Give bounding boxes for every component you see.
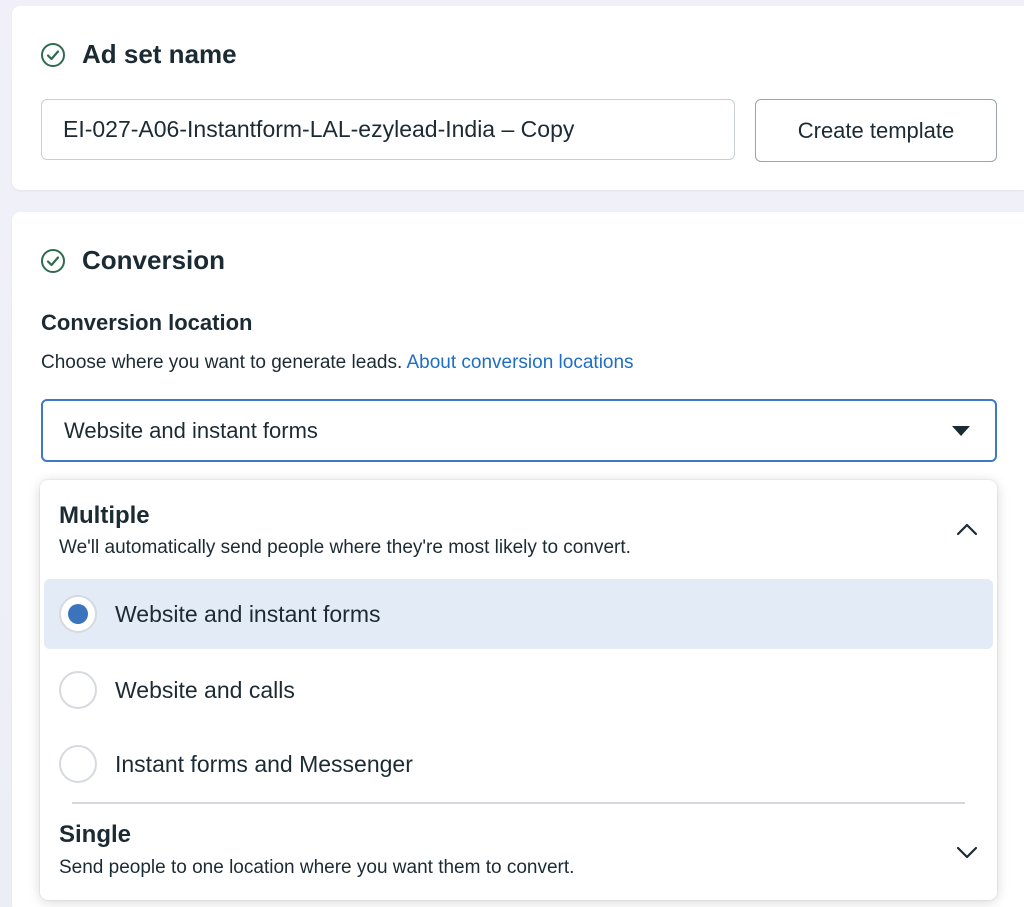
caret-down-icon[interactable] bbox=[952, 425, 970, 436]
group-header-single[interactable]: Single Send people to one location where… bbox=[40, 808, 997, 900]
option-website-and-calls[interactable]: Website and calls bbox=[44, 655, 993, 725]
check-circle-icon bbox=[41, 42, 65, 67]
about-conversion-locations-link[interactable]: About conversion locations bbox=[406, 352, 633, 373]
group-header-multiple[interactable]: Multiple We'll automatically send people… bbox=[40, 480, 997, 572]
adset-name-card: Ad set name Create template bbox=[12, 6, 1024, 190]
group-divider bbox=[72, 802, 965, 804]
conversion-title: Conversion bbox=[82, 245, 226, 275]
chevron-down-icon[interactable] bbox=[955, 840, 979, 864]
conversion-help-text: Choose where you want to generate leads. bbox=[41, 352, 403, 373]
radio-button[interactable] bbox=[59, 745, 97, 783]
group-title-multiple: Multiple bbox=[59, 502, 150, 529]
group-desc-single: Send people to one location where you wa… bbox=[59, 857, 575, 878]
radio-button[interactable] bbox=[59, 671, 97, 709]
option-label: Instant forms and Messenger bbox=[115, 750, 413, 777]
option-website-and-instant-forms[interactable]: Website and instant forms bbox=[44, 579, 993, 649]
adset-name-input[interactable] bbox=[41, 99, 735, 160]
select-value: Website and instant forms bbox=[64, 417, 318, 443]
conversion-location-select[interactable]: Website and instant forms bbox=[41, 399, 997, 462]
option-label: Website and instant forms bbox=[115, 600, 381, 627]
radio-button-selected[interactable] bbox=[59, 595, 97, 633]
check-circle-icon bbox=[41, 248, 65, 273]
create-template-button[interactable]: Create template bbox=[755, 99, 997, 162]
adset-name-title: Ad set name bbox=[82, 39, 237, 69]
conversion-location-label: Conversion location bbox=[41, 310, 253, 335]
conversion-header: Conversion bbox=[40, 245, 225, 276]
radio-dot bbox=[68, 604, 88, 624]
adset-name-header: Ad set name bbox=[40, 39, 237, 70]
page: Ad set name Create template Conversion C… bbox=[0, 0, 1024, 907]
group-title-single: Single bbox=[59, 821, 132, 848]
conversion-help: Choose where you want to generate leads.… bbox=[41, 352, 634, 374]
conversion-location-dropdown: Multiple We'll automatically send people… bbox=[40, 480, 997, 900]
chevron-up-icon[interactable] bbox=[955, 517, 979, 541]
option-instant-forms-and-messenger[interactable]: Instant forms and Messenger bbox=[44, 729, 993, 799]
group-desc-multiple: We'll automatically send people where th… bbox=[59, 537, 631, 558]
option-label: Website and calls bbox=[115, 676, 295, 703]
